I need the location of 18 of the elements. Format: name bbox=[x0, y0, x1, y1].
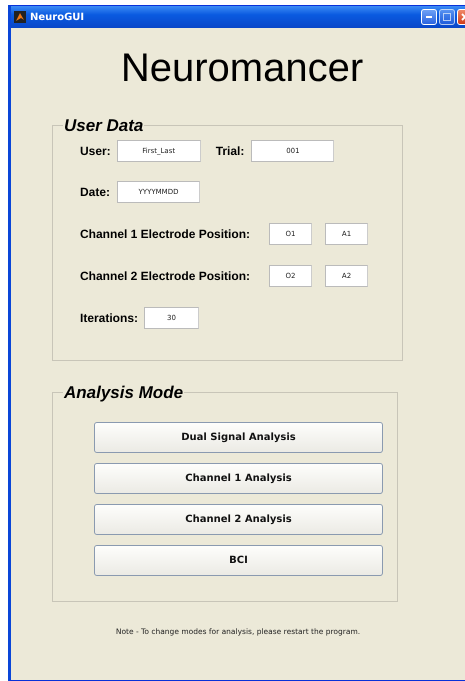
field-label: User: bbox=[80, 144, 111, 158]
window-title: NeuroGUI bbox=[30, 12, 84, 22]
field-label: Date: bbox=[80, 185, 110, 199]
maximize-icon bbox=[443, 13, 451, 21]
maximize-button[interactable] bbox=[439, 9, 455, 25]
analysis-button[interactable]: Channel 1 Analysis bbox=[94, 463, 383, 494]
app-heading: Neuromancer bbox=[120, 46, 364, 91]
panel-title: Analysis Mode bbox=[63, 383, 184, 403]
analysis-button[interactable]: Channel 2 Analysis bbox=[94, 504, 383, 535]
field-label: Trial: bbox=[216, 144, 244, 158]
app-logo-icon bbox=[14, 11, 26, 23]
field-label: Channel 2 Electrode Position: bbox=[80, 269, 250, 283]
minimize-icon bbox=[426, 16, 432, 18]
field-label: Iterations: bbox=[80, 311, 138, 325]
analysis-button[interactable]: BCI bbox=[94, 545, 383, 576]
analysis-button[interactable]: Dual Signal Analysis bbox=[94, 422, 383, 453]
minimize-button[interactable] bbox=[421, 9, 437, 25]
field-label: Channel 1 Electrode Position: bbox=[80, 227, 250, 241]
